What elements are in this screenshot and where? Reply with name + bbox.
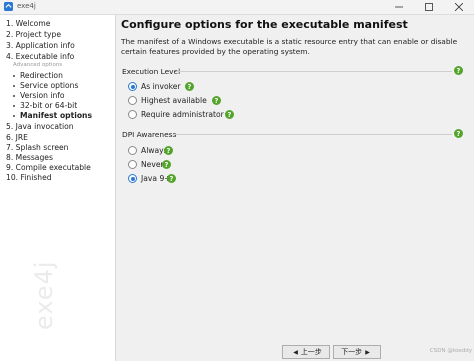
- radio-button[interactable]: [128, 96, 137, 105]
- radio-as-invoker[interactable]: As invoker: [128, 82, 181, 91]
- nav-jre[interactable]: 6. JRE: [6, 133, 28, 142]
- svg-text:?: ?: [215, 97, 219, 105]
- minimize-icon: [395, 6, 403, 8]
- page-title: Configure options for the executable man…: [121, 18, 408, 31]
- arrow-right-icon: ▶: [365, 348, 370, 356]
- main-panel: Configure options for the executable man…: [116, 15, 474, 361]
- svg-text:?: ?: [457, 130, 461, 138]
- nav-redirection[interactable]: Redirection: [13, 71, 63, 80]
- app-icon: [4, 2, 13, 11]
- bullet-icon: [13, 75, 15, 77]
- radio-button[interactable]: [128, 146, 137, 155]
- window-title: exe4j: [17, 2, 36, 10]
- nav-manifest-options[interactable]: Manifest options: [13, 111, 92, 120]
- radio-button-selected[interactable]: [128, 82, 137, 91]
- nav-label: 32-bit or 64-bit: [20, 101, 78, 110]
- close-button[interactable]: [444, 0, 474, 14]
- svg-text:?: ?: [170, 175, 174, 183]
- radio-highest-available[interactable]: Highest available: [128, 96, 207, 105]
- help-icon[interactable]: ?: [454, 66, 463, 75]
- nav-messages[interactable]: 8. Messages: [6, 153, 53, 162]
- sidebar-watermark: exe4j: [30, 260, 58, 330]
- svg-text:?: ?: [165, 161, 169, 169]
- nav-compile-executable[interactable]: 9. Compile executable: [6, 163, 91, 172]
- help-icon[interactable]: ?: [162, 160, 171, 169]
- section-divider: [173, 134, 452, 135]
- svg-text:?: ?: [188, 83, 192, 91]
- help-icon[interactable]: ?: [225, 110, 234, 119]
- next-button-label: 下一步: [341, 348, 363, 356]
- advanced-options-caption: Advanced options: [13, 62, 63, 68]
- maximize-icon: [425, 3, 433, 11]
- nav-label: Redirection: [20, 71, 63, 80]
- execution-level-label: Execution Level: [122, 67, 181, 76]
- nav-service-options[interactable]: Service options: [13, 81, 78, 90]
- radio-always[interactable]: Always: [128, 146, 168, 155]
- watermark-note: CSDN @toeddy: [429, 348, 472, 354]
- nav-finished[interactable]: 10. Finished: [6, 173, 52, 182]
- help-icon[interactable]: ?: [212, 96, 221, 105]
- previous-button[interactable]: ◀ 上一步: [282, 345, 330, 359]
- nav-application-info[interactable]: 3. Application info: [6, 41, 75, 50]
- nav-project-type[interactable]: 2. Project type: [6, 30, 61, 39]
- radio-require-administrator[interactable]: Require administrator: [128, 110, 224, 119]
- nav-version-info[interactable]: Version info: [13, 91, 65, 100]
- wizard-button-bar: ◀ 上一步 下一步 ▶ CSDN @toeddy: [116, 342, 474, 361]
- radio-label: Highest available: [141, 96, 207, 105]
- radio-label: As invoker: [141, 82, 181, 91]
- nav-32-or-64-bit[interactable]: 32-bit or 64-bit: [13, 101, 77, 110]
- close-icon: [455, 3, 463, 11]
- svg-text:?: ?: [228, 111, 232, 119]
- nav-splash-screen[interactable]: 7. Splash screen: [6, 143, 69, 152]
- nav-java-invocation[interactable]: 5. Java invocation: [6, 122, 74, 131]
- help-icon[interactable]: ?: [167, 174, 176, 183]
- svg-text:?: ?: [457, 67, 461, 75]
- help-icon[interactable]: ?: [185, 82, 194, 91]
- next-button[interactable]: 下一步 ▶: [333, 345, 381, 359]
- nav-label: Service options: [20, 81, 79, 90]
- page-description: The manifest of a Windows executable is …: [121, 37, 458, 56]
- dpi-awareness-label: DPI Awareness: [122, 130, 177, 139]
- nav-label: Manifest options: [20, 111, 92, 120]
- nav-label: Version info: [20, 91, 65, 100]
- previous-button-label: 上一步: [300, 348, 322, 356]
- title-bar: exe4j: [0, 0, 474, 15]
- radio-label: Never: [141, 160, 164, 169]
- bullet-icon: [13, 105, 15, 107]
- section-divider: [176, 71, 452, 72]
- radio-button-selected[interactable]: [128, 174, 137, 183]
- radio-button[interactable]: [128, 110, 137, 119]
- arrow-left-icon: ◀: [293, 348, 298, 356]
- radio-never[interactable]: Never: [128, 160, 164, 169]
- nav-executable-info[interactable]: 4. Executable info: [6, 52, 74, 61]
- wizard-sidebar: 1. Welcome 2. Project type 3. Applicatio…: [0, 15, 116, 361]
- radio-button[interactable]: [128, 160, 137, 169]
- svg-text:?: ?: [167, 147, 171, 155]
- maximize-button[interactable]: [414, 0, 444, 14]
- help-icon[interactable]: ?: [454, 129, 463, 138]
- radio-label: Require administrator: [141, 110, 224, 119]
- minimize-button[interactable]: [384, 0, 414, 14]
- bullet-icon: [13, 95, 15, 97]
- bullet-icon: [13, 85, 15, 87]
- nav-welcome[interactable]: 1. Welcome: [6, 19, 50, 28]
- bullet-icon: [13, 115, 15, 117]
- radio-java-9-plus[interactable]: Java 9+: [128, 174, 171, 183]
- help-icon[interactable]: ?: [164, 146, 173, 155]
